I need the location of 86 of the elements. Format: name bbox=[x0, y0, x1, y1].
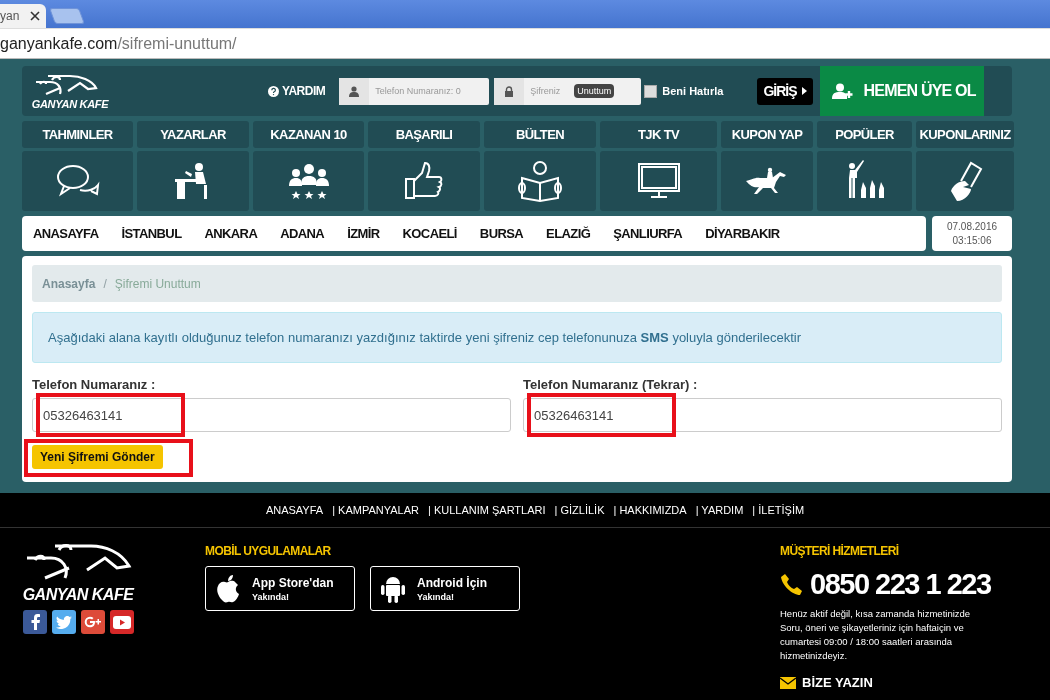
password-field[interactable]: Şifreniz Unuttum bbox=[494, 77, 642, 105]
section-title: MOBİL UYGULAMALAR bbox=[205, 544, 332, 558]
forgot-link[interactable]: Unuttum bbox=[574, 84, 615, 98]
add-user-icon bbox=[831, 83, 854, 99]
date-text: 07.08.2016 bbox=[946, 219, 998, 234]
signup-button[interactable]: HEMEN ÜYE OL bbox=[819, 66, 984, 116]
field-label: Telefon Numaranız (Tekrar) : bbox=[523, 377, 699, 392]
breadcrumb-separator: / bbox=[103, 276, 107, 291]
nav-icon-tile[interactable] bbox=[253, 151, 364, 211]
nav-tab[interactable]: KUPON YAP bbox=[721, 121, 813, 148]
apple-icon bbox=[216, 573, 240, 604]
nav-tab[interactable]: TJK TV bbox=[600, 121, 717, 148]
city-link[interactable]: BURSA bbox=[479, 226, 524, 241]
lock-icon bbox=[504, 85, 515, 97]
footer-link[interactable]: | YARDIM bbox=[695, 504, 744, 516]
app-title: App Store'dan bbox=[252, 575, 334, 590]
write-us-link[interactable]: BİZE YAZIN bbox=[780, 675, 995, 690]
nav-icon-tile[interactable] bbox=[22, 151, 133, 211]
remember-checkbox[interactable] bbox=[644, 84, 658, 98]
nav-icon-tile[interactable] bbox=[817, 151, 912, 211]
phone-input[interactable]: 05326463141 bbox=[523, 398, 1002, 432]
support-note: Henüz aktif değil, kısa zamanda hizmetinizde Soru, öneri ve şikayetleriniz için haftaiçin ve cumartesi 09:00 / 18:00 saatleri arasında hizmetinizdeyiz. bbox=[780, 607, 972, 663]
nav-tab[interactable]: TAHMINLER bbox=[22, 121, 133, 148]
time-text: 03:15:06 bbox=[952, 233, 992, 248]
nav-tab[interactable]: BAŞARILI bbox=[368, 121, 480, 148]
breadcrumb-current: Şifremi Unuttum bbox=[114, 276, 201, 291]
city-link[interactable]: İSTANBUL bbox=[121, 226, 182, 241]
close-icon[interactable] bbox=[30, 11, 40, 21]
phone-icon bbox=[780, 572, 804, 597]
remember-label: Beni Hatırla bbox=[662, 85, 724, 97]
user-icon bbox=[349, 85, 360, 97]
app-store-button[interactable]: Android İçin Yakında! bbox=[370, 566, 520, 611]
twitter-icon[interactable] bbox=[51, 610, 76, 634]
youtube-icon[interactable] bbox=[109, 610, 134, 634]
logo-text: GANYAN KAFE bbox=[31, 98, 109, 110]
nav-tab[interactable]: POPÜLER bbox=[817, 121, 912, 148]
section-title: MÜŞTERİ HİZMETLERİ bbox=[780, 544, 900, 558]
google-plus-icon[interactable] bbox=[80, 610, 105, 634]
city-link[interactable]: ŞANLIURFA bbox=[613, 226, 683, 241]
city-link[interactable]: ANKARA bbox=[204, 226, 258, 241]
info-text: Aşağıdaki alana kayıtlı olduğunuz telefon numaranızı yazdığınız taktirde yeni şifreniz cep telefonunuza SMS yoluyla gönderilecektir bbox=[48, 330, 801, 345]
nav-tab[interactable]: YAZARLAR bbox=[137, 121, 249, 148]
city-link[interactable]: ELAZIĞ bbox=[546, 226, 591, 241]
speech-bubbles-icon bbox=[55, 163, 100, 199]
app-subtitle: Yakında! bbox=[417, 591, 455, 602]
footer-link[interactable]: | GİZLİLİK bbox=[554, 504, 605, 516]
city-link[interactable]: ANASAYFA bbox=[33, 226, 99, 241]
send-password-button[interactable]: Yeni Şifremi Gönder bbox=[32, 445, 163, 469]
phone-number: 0850 223 1 223 bbox=[810, 568, 991, 601]
nav-icon-tile[interactable] bbox=[368, 151, 480, 211]
nav-tab[interactable]: KUPONLARINIZ bbox=[916, 121, 1014, 148]
reader-icon bbox=[518, 160, 562, 202]
city-link[interactable]: DİYARBAKIR bbox=[705, 226, 780, 241]
footer-link[interactable]: ANASAYFA bbox=[265, 504, 324, 516]
nav-icon-tile[interactable] bbox=[484, 151, 596, 211]
help-link[interactable]: YARDIM bbox=[268, 84, 326, 98]
thumbs-up-icon bbox=[404, 161, 444, 201]
city-link[interactable]: KOCAELİ bbox=[402, 226, 457, 241]
nav-icon-tile[interactable] bbox=[721, 151, 813, 211]
nav-icon-tile[interactable] bbox=[600, 151, 717, 211]
footer-link[interactable]: | KAMPANYALAR bbox=[332, 504, 419, 516]
footer-link[interactable]: | HAKKIMIZDA bbox=[613, 504, 687, 516]
app-store-button[interactable]: App Store'dan Yakında! bbox=[205, 566, 355, 611]
envelope-icon bbox=[780, 676, 796, 689]
android-icon bbox=[381, 574, 405, 603]
footer-link[interactable]: | İLETİŞİM bbox=[752, 504, 805, 516]
app-title: Android İçin bbox=[417, 575, 487, 590]
question-icon bbox=[268, 85, 279, 97]
login-button[interactable]: GİRİŞ bbox=[757, 77, 813, 105]
address-bar[interactable]: ganyankafe.com/sifremi-unuttum/ bbox=[0, 28, 1050, 59]
footer-link[interactable]: | KULLANIM ŞARTLARI bbox=[427, 504, 546, 516]
nav-tab[interactable]: KAZANAN 10 bbox=[253, 121, 364, 148]
monitor-icon bbox=[637, 163, 680, 199]
phone-input[interactable]: 05326463141 bbox=[32, 398, 511, 432]
nav-icon-tile[interactable] bbox=[916, 151, 1014, 211]
city-link[interactable]: ADANA bbox=[280, 226, 325, 241]
logo-text: GANYAN KAFE bbox=[22, 586, 134, 604]
facebook-icon[interactable] bbox=[22, 610, 47, 634]
app-subtitle: Yakında! bbox=[252, 591, 290, 602]
field-label: Telefon Numaranız : bbox=[32, 377, 157, 392]
nav-tab[interactable]: BÜLTEN bbox=[484, 121, 596, 148]
caret-icon bbox=[801, 87, 807, 95]
browser-tab[interactable]: yan bbox=[0, 4, 46, 28]
city-link[interactable]: İZMİR bbox=[347, 226, 380, 241]
nav-icon-tile[interactable] bbox=[137, 151, 249, 211]
racehorse-icon bbox=[746, 167, 788, 195]
